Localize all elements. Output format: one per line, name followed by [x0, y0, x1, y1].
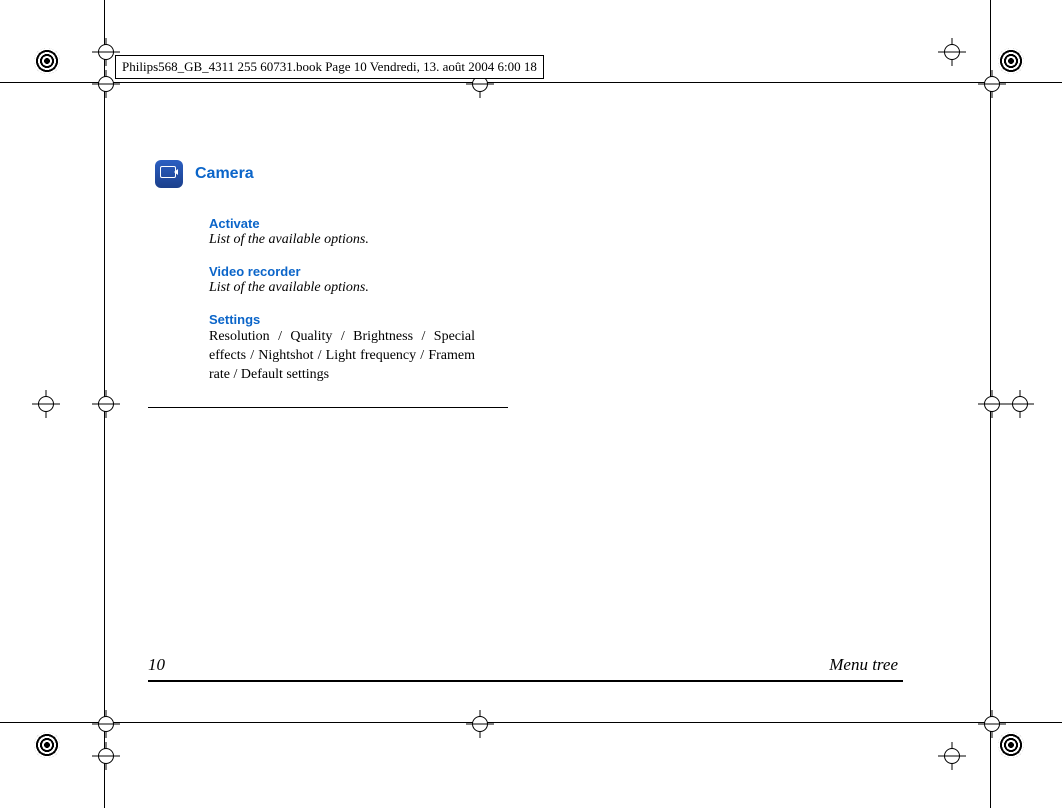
menu-block-activate: Activate List of the available options.	[209, 216, 475, 248]
menu-heading: Settings	[209, 312, 475, 327]
menu-body: Resolution / Quality / Brightness / Spec…	[209, 328, 475, 385]
crosshair-icon	[938, 38, 966, 66]
camera-icon	[155, 160, 183, 188]
crosshair-icon	[466, 710, 494, 738]
crosshair-icon	[92, 742, 120, 770]
footer-rule	[148, 680, 903, 682]
menu-body: List of the available options.	[209, 232, 475, 248]
column-separator	[148, 407, 508, 408]
registration-target-icon	[34, 732, 60, 758]
menu-block-video-recorder: Video recorder List of the available opt…	[209, 264, 475, 296]
crosshair-icon	[978, 390, 1006, 418]
menu-body: List of the available options.	[209, 280, 475, 296]
crosshair-icon	[32, 390, 60, 418]
page-footer: 10 Menu tree	[148, 655, 898, 679]
section-title: Camera	[195, 165, 254, 183]
header-file-path: Philips568_GB_4311 255 60731.book Page 1…	[115, 55, 544, 79]
crosshair-icon	[938, 742, 966, 770]
registration-target-icon	[34, 48, 60, 74]
crosshair-icon	[1006, 390, 1034, 418]
menu-block-settings: Settings Resolution / Quality / Brightne…	[209, 312, 475, 385]
crosshair-icon	[978, 710, 1006, 738]
menu-heading: Video recorder	[209, 264, 475, 279]
crop-line-bottom	[0, 722, 1062, 723]
chapter-title: Menu tree	[829, 655, 898, 675]
content-column: Camera Activate List of the available op…	[155, 160, 475, 401]
crop-line-top	[0, 82, 1062, 83]
crosshair-icon	[92, 390, 120, 418]
menu-heading: Activate	[209, 216, 475, 231]
crosshair-icon	[978, 70, 1006, 98]
crosshair-icon	[92, 710, 120, 738]
page-number: 10	[148, 655, 165, 675]
